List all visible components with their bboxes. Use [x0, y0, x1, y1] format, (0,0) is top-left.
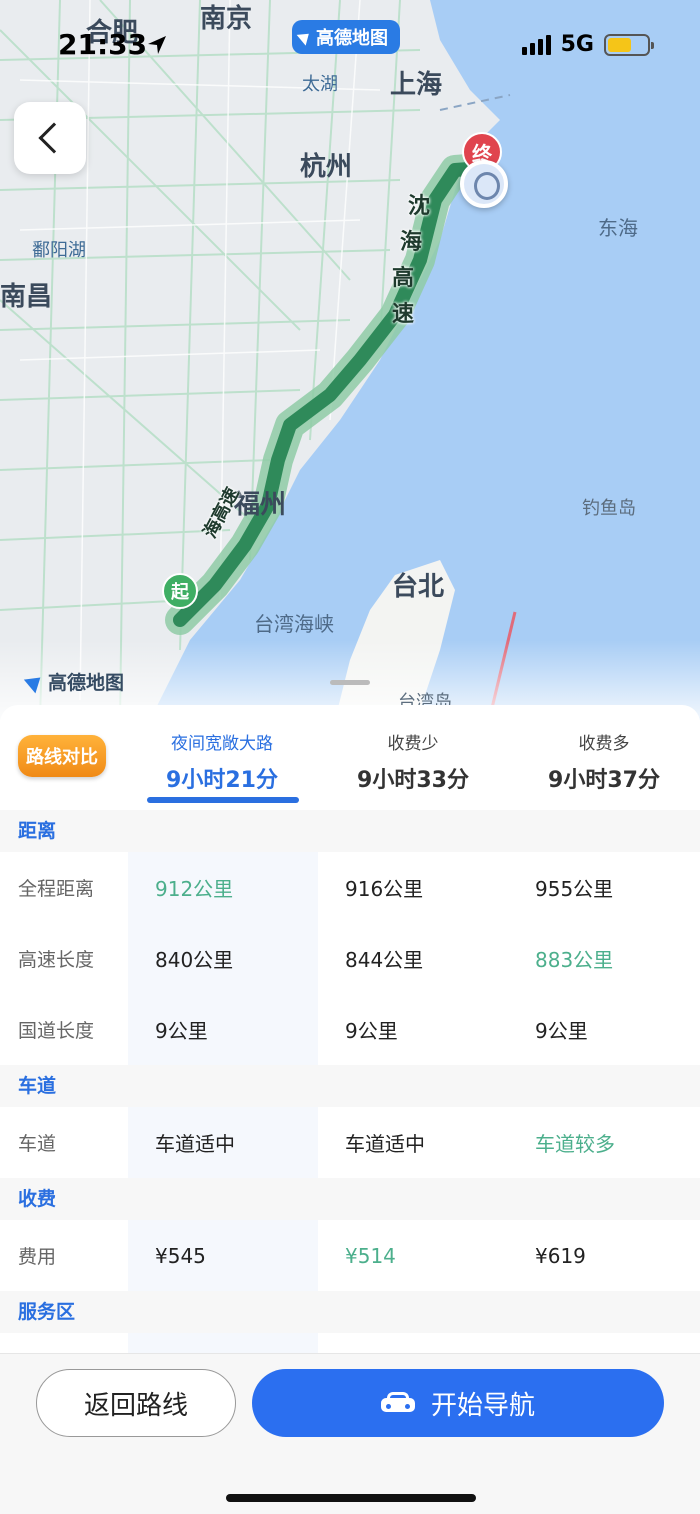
- user-location-avatar[interactable]: [460, 160, 508, 208]
- route-tag: 收费少: [387, 734, 439, 754]
- back-button[interactable]: [14, 102, 86, 174]
- cell-value: 车道适中: [345, 1132, 425, 1156]
- location-arrow-icon: [148, 36, 166, 54]
- cell-value: 912公里: [155, 877, 234, 901]
- battery-icon: [604, 33, 654, 56]
- route-tag: 收费多: [578, 734, 630, 754]
- table-row: 费用 ¥545 ¥514 ¥619: [0, 1220, 700, 1291]
- cell-value: 955公里: [535, 877, 614, 901]
- table-row: 全程距离 912公里 916公里 955公里: [0, 852, 700, 923]
- row-label: 车道: [18, 1133, 57, 1155]
- active-tab-indicator: [147, 797, 299, 803]
- city-label: 台北: [392, 572, 445, 602]
- city-label: 杭州: [300, 152, 353, 182]
- start-marker[interactable]: 起: [162, 573, 198, 609]
- status-time: 21:33: [58, 28, 148, 61]
- cell-value: ¥619: [535, 1243, 586, 1268]
- start-navigation-button[interactable]: 开始导航: [252, 1369, 664, 1437]
- cell-value: 车道较多: [535, 1132, 615, 1156]
- tab-route-1[interactable]: 夜间宽敞大路 9小时21分: [127, 729, 317, 794]
- action-bar: 返回路线 开始导航: [0, 1353, 700, 1514]
- amap-logo: 高德地图: [292, 20, 400, 54]
- section-fee: 收费: [0, 1178, 700, 1220]
- cell-value: 844公里: [345, 948, 424, 972]
- cell-value: ¥514: [345, 1243, 396, 1268]
- car-icon: [380, 1392, 415, 1414]
- amap-plane-icon: [296, 28, 314, 46]
- network-type: 5G: [560, 32, 594, 57]
- route-compare-badge: 路线对比: [18, 735, 106, 777]
- city-label: 上海: [390, 70, 443, 100]
- table-row: 国道长度 9公里 9公里 9公里: [0, 994, 700, 1065]
- back-to-route-button[interactable]: 返回路线: [36, 1369, 236, 1437]
- home-indicator[interactable]: [226, 1494, 476, 1502]
- signal-icon: [521, 34, 551, 55]
- cell-value: 9公里: [155, 1019, 208, 1043]
- route-duration: 9小时21分: [166, 768, 278, 793]
- section-lane: 车道: [0, 1065, 700, 1107]
- watermark-label: 高德地图: [48, 672, 125, 694]
- comparison-table: 距离 全程距离 912公里 916公里 955公里 高速长度 840公里 844…: [0, 810, 700, 1333]
- table-row: 高速长度 840公里 844公里 883公里: [0, 923, 700, 994]
- route-duration: 9小时33分: [357, 768, 469, 793]
- chevron-left-icon: [38, 122, 70, 154]
- route-road-label: 海: [400, 230, 423, 255]
- route-tabs: 路线对比 夜间宽敞大路 9小时21分 收费少 9小时33分 收费多 9小时37分: [0, 705, 700, 810]
- cell-value: 车道适中: [155, 1132, 235, 1156]
- map-canvas: [0, 0, 700, 720]
- lake-label: 鄱阳湖: [32, 240, 86, 261]
- start-navigation-label: 开始导航: [430, 1390, 535, 1421]
- amap-plane-icon: [23, 670, 47, 693]
- cell-value: 9公里: [535, 1019, 588, 1043]
- route-road-label: 速: [392, 302, 415, 327]
- row-label: 国道长度: [18, 1020, 95, 1042]
- tab-route-3[interactable]: 收费多 9小时37分: [509, 729, 699, 794]
- sheet-drag-handle[interactable]: [330, 680, 370, 685]
- row-label: 全程距离: [18, 878, 95, 900]
- section-distance: 距离: [0, 810, 700, 852]
- route-duration: 9小时37分: [548, 768, 660, 793]
- city-label: 南昌: [0, 282, 53, 312]
- island-label: 钓鱼岛: [582, 498, 636, 519]
- cell-value: 883公里: [535, 948, 614, 972]
- city-label: 福州: [234, 490, 287, 520]
- amap-brand-label: 高德地图: [316, 28, 388, 49]
- map-watermark: 高德地图: [23, 668, 125, 695]
- strait-label: 台湾海峡: [254, 612, 334, 636]
- city-label: 南京: [200, 4, 253, 34]
- cell-value: 916公里: [345, 877, 424, 901]
- route-tag: 夜间宽敞大路: [171, 734, 273, 754]
- cell-value: 9公里: [345, 1019, 398, 1043]
- tab-route-2[interactable]: 收费少 9小时33分: [318, 729, 508, 794]
- cell-value: 840公里: [155, 948, 234, 972]
- lake-label: 太湖: [302, 74, 338, 95]
- section-service-area: 服务区: [0, 1291, 700, 1333]
- table-row: 车道 车道适中 车道适中 车道较多: [0, 1107, 700, 1178]
- row-label: 高速长度: [18, 949, 95, 971]
- route-compare-sheet: 路线对比 夜间宽敞大路 9小时21分 收费少 9小时33分 收费多 9小时37分…: [0, 705, 700, 1514]
- row-label: 费用: [18, 1246, 57, 1268]
- route-map[interactable]: 合肥 南京 太湖 上海 杭州 鄱阳湖 南昌 东海 福州 台北 台湾海峡 钓鱼岛 …: [0, 0, 700, 720]
- status-indicators: 5G: [521, 32, 654, 57]
- route-road-label: 沈: [408, 194, 431, 219]
- cell-value: ¥545: [155, 1243, 206, 1268]
- route-road-label: 高: [392, 266, 415, 291]
- sea-label: 东海: [598, 216, 638, 240]
